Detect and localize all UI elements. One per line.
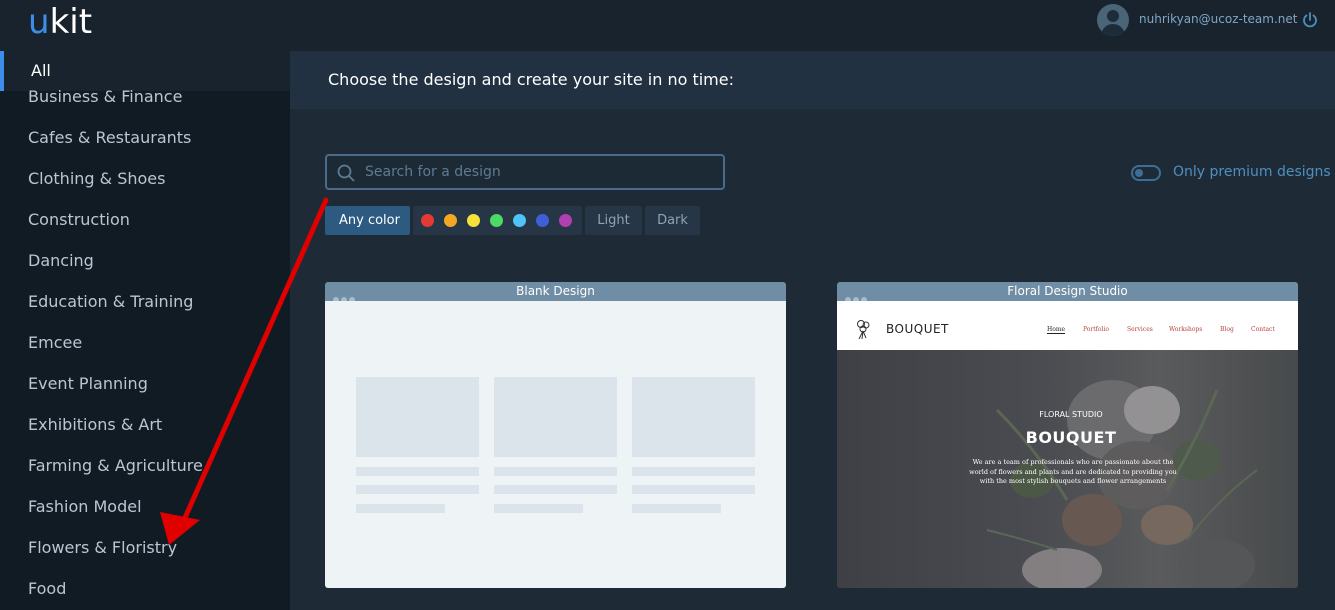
sidebar-item[interactable]: Exhibitions & Art xyxy=(28,415,162,434)
preview-navbar: BOUQUET Home Portfolio Services Workshop… xyxy=(837,301,1298,350)
color-swatch[interactable] xyxy=(467,214,480,227)
filter-label: Light xyxy=(597,213,630,228)
placeholder-line xyxy=(494,504,583,513)
premium-toggle-label[interactable]: Only premium designs xyxy=(1173,164,1331,180)
placeholder-line xyxy=(632,485,755,494)
page-title: Choose the design and create your site i… xyxy=(328,70,734,89)
placeholder-line xyxy=(632,504,721,513)
sidebar-item[interactable]: Cafes & Restaurants xyxy=(28,128,191,147)
placeholder-block xyxy=(356,377,479,457)
filter-any-color-button[interactable]: Any color xyxy=(325,206,410,235)
page-header: Choose the design and create your site i… xyxy=(290,51,1335,109)
card-title: Floral Design Studio xyxy=(1007,284,1128,298)
sidebar-item[interactable]: Construction xyxy=(28,210,130,229)
ukit-logo[interactable]: ukit xyxy=(28,2,92,42)
color-swatch[interactable] xyxy=(559,214,572,227)
color-swatch[interactable] xyxy=(490,214,503,227)
card-window-bar: Floral Design Studio xyxy=(837,282,1298,303)
active-indicator xyxy=(0,51,4,91)
search-box xyxy=(325,154,725,190)
search-input[interactable] xyxy=(365,162,705,182)
sidebar-item[interactable]: Clothing & Shoes xyxy=(28,169,165,188)
premium-toggle[interactable] xyxy=(1131,165,1161,181)
preview-nav-link: Blog xyxy=(1220,326,1234,333)
bouquet-logo-icon xyxy=(857,320,870,340)
preview-description: We are a team of professionals who are p… xyxy=(969,458,1177,485)
preview-nav-link: Services xyxy=(1127,326,1153,333)
sidebar-item[interactable]: Business & Finance xyxy=(28,87,182,106)
preview-nav-link: Portfolio xyxy=(1083,326,1109,333)
sidebar-item[interactable]: Food xyxy=(28,579,66,598)
preview-nav-link: Contact xyxy=(1251,326,1275,333)
sidebar-item[interactable]: Farming & Agriculture xyxy=(28,456,203,475)
user-avatar-icon[interactable] xyxy=(1097,4,1129,36)
design-card-blank[interactable]: Blank Design xyxy=(325,282,786,588)
preview-brand: BOUQUET xyxy=(886,322,949,336)
card-title: Blank Design xyxy=(516,284,595,298)
filter-dark-button[interactable]: Dark xyxy=(645,206,700,235)
power-icon[interactable] xyxy=(1302,11,1318,29)
placeholder-line xyxy=(494,467,617,476)
placeholder-block xyxy=(494,377,617,457)
preview-nav-link: Workshops xyxy=(1169,326,1203,333)
sidebar-item[interactable]: Fashion Model xyxy=(28,497,142,516)
filter-label: Dark xyxy=(657,213,688,228)
filter-label: Any color xyxy=(339,213,400,228)
color-swatch[interactable] xyxy=(513,214,526,227)
card-window-bar: Blank Design xyxy=(325,282,786,303)
preview-kicker: FLORAL STUDIO xyxy=(1039,410,1103,419)
placeholder-line xyxy=(632,467,755,476)
top-bar: ukit nuhrikyan@ucoz-team.net xyxy=(0,0,1335,51)
color-swatch[interactable] xyxy=(421,214,434,227)
sidebar-item[interactable]: Event Planning xyxy=(28,374,148,393)
color-swatch[interactable] xyxy=(536,214,549,227)
placeholder-block xyxy=(632,377,755,457)
blank-preview xyxy=(325,301,786,588)
search-icon xyxy=(337,164,355,182)
color-swatch[interactable] xyxy=(444,214,457,227)
user-email[interactable]: nuhrikyan@ucoz-team.net xyxy=(1139,12,1297,26)
design-card-floral[interactable]: Floral Design Studio BOUQUET Home Portfo… xyxy=(837,282,1298,588)
sidebar-item[interactable]: Emcee xyxy=(28,333,82,352)
preview-nav-link: Home xyxy=(1047,326,1066,334)
filter-light-button[interactable]: Light xyxy=(585,206,642,235)
sidebar-item[interactable]: Dancing xyxy=(28,251,94,270)
sidebar-item-label: All xyxy=(31,61,51,80)
sidebar-item[interactable]: Flowers & Floristry xyxy=(28,538,177,557)
placeholder-line xyxy=(356,467,479,476)
toggle-knob xyxy=(1135,169,1143,177)
placeholder-line xyxy=(494,485,617,494)
placeholder-line xyxy=(356,504,445,513)
placeholder-line xyxy=(356,485,479,494)
preview-hero-image: FLORAL STUDIO BOUQUET We are a team of p… xyxy=(837,350,1298,588)
preview-hero-title: BOUQUET xyxy=(1025,428,1117,447)
color-swatch-group xyxy=(413,206,582,235)
category-sidebar: All Business & Finance Cafes & Restaurant… xyxy=(0,51,290,610)
sidebar-item[interactable]: Education & Training xyxy=(28,292,193,311)
sidebar-item-all[interactable]: All xyxy=(0,51,290,91)
